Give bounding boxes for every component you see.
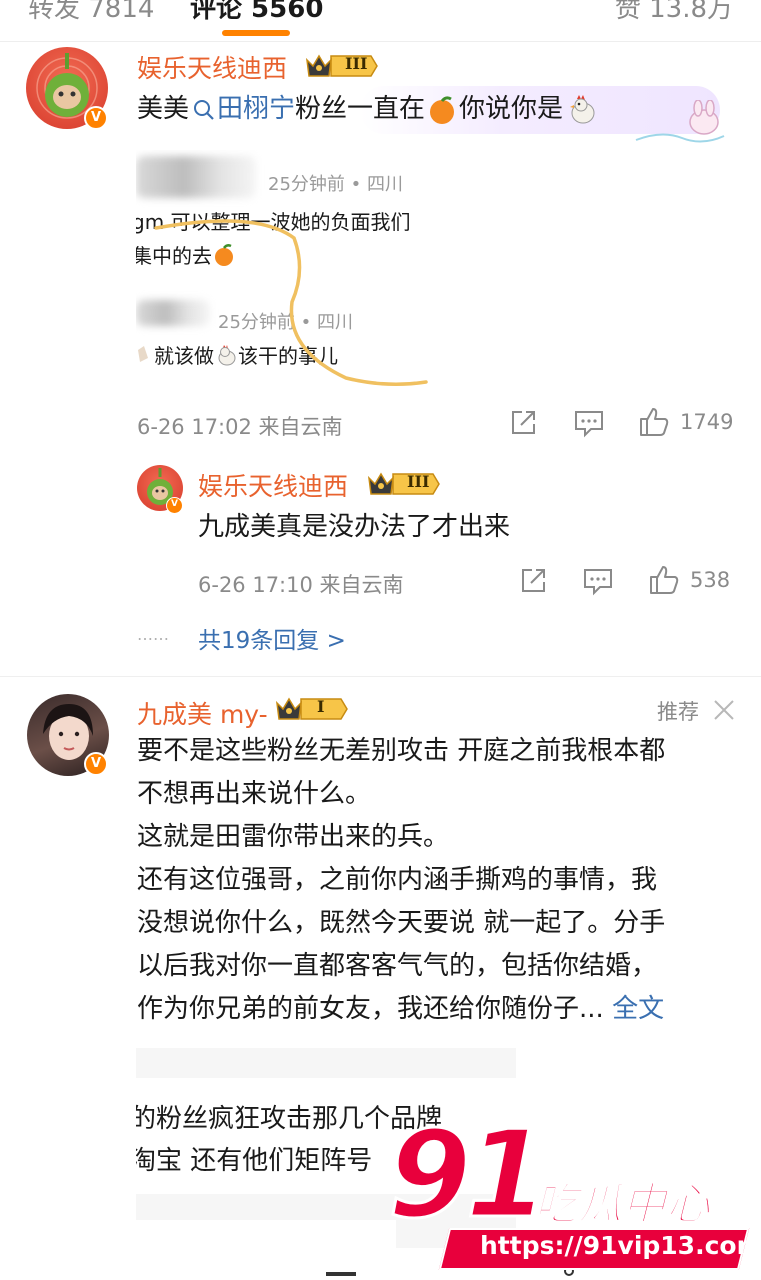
comment-text: 美美 田栩宁 粉丝一直在 你说你是: [137, 88, 599, 131]
like-icon: [640, 408, 669, 436]
comment-image[interactable]: 25分钟前 • 四川 gm 可以整理一波她的负面我们 集中的去 25分钟前 • …: [136, 150, 454, 388]
comment-divider: [0, 676, 761, 677]
watermark-number: 91: [387, 1105, 551, 1247]
watermark-url: https://91vip13.com: [480, 1231, 761, 1260]
image-panel: [136, 1220, 396, 1248]
tab-repost[interactable]: 转发 7814: [28, 0, 154, 25]
comment-username[interactable]: 九成美 my-: [137, 695, 268, 731]
comment-text-line: 没想说你什么，既然今天要说 就一起了。分手: [137, 908, 666, 938]
comment-timestamp: 6-26 17:02 来自云南: [137, 415, 343, 439]
annotation-scribble: [154, 219, 428, 386]
tab-likes[interactable]: 赞 13.8万: [615, 0, 733, 25]
comment-text-line: 要不是这些粉丝无差别攻击 开庭之前我根本都: [137, 736, 666, 766]
reply-button[interactable]: [573, 408, 605, 438]
comment-icon: [575, 411, 603, 438]
orange-emoji-icon: [430, 95, 455, 124]
comment-tabs: 转发 7814 评论 5560 赞 13.8万: [0, 0, 761, 42]
comment-text-last-line: 作为你兄弟的前女友，我还给你随份子... 全文: [137, 988, 664, 1031]
verified-v-icon: V: [84, 752, 108, 776]
comment-text-line: 不想再出来说什么。: [137, 779, 372, 809]
verified-v-icon: V: [166, 497, 183, 514]
like-count: 1749: [680, 410, 734, 434]
like-button[interactable]: 538: [648, 564, 730, 596]
close-icon[interactable]: [712, 698, 736, 722]
like-count: 538: [690, 568, 731, 592]
fan-level-text: I: [317, 697, 325, 716]
more-replies-dots: ……: [137, 625, 169, 644]
comment-text-line: 还有这位强哥，之前你内涵手撕鸡的事情，我: [137, 865, 658, 895]
comment-text-middle: 粉丝一直在: [295, 94, 426, 124]
share-button[interactable]: [518, 566, 548, 596]
comment-icon: [584, 569, 612, 596]
recommend-label: 推荐: [657, 700, 699, 724]
verified-v-icon: V: [84, 106, 108, 130]
reply-timestamp: 6-26 17:10 来自云南: [198, 573, 404, 597]
share-icon: [522, 569, 545, 592]
reply-button[interactable]: [582, 566, 614, 596]
comment-text-suffix: 你说你是: [459, 94, 564, 124]
fan-level-badge: I: [275, 695, 349, 723]
rooster-emoji-icon: [570, 94, 595, 123]
embed-text-line: 淘宝 还有他们矩阵号: [136, 1146, 373, 1176]
search-icon: [194, 99, 214, 120]
bunny-decoration-icon: [635, 100, 725, 143]
bottom-bar-indicator: [326, 1272, 356, 1276]
comment-text-line: 这就是田雷你带出来的兵。: [137, 822, 450, 852]
share-icon: [512, 411, 535, 434]
share-button[interactable]: [508, 408, 538, 438]
reply-username[interactable]: 娱乐天线迪西: [198, 467, 348, 503]
site-watermark: 91 吃瓜中心 https://91vip13.com: [384, 1105, 761, 1280]
active-tab-indicator: [222, 30, 290, 36]
like-button[interactable]: 1749: [638, 406, 733, 438]
reply-text: 九成美真是没办法了才出来: [198, 512, 511, 542]
comment-text-line: 以后我对你一直都客客气气的，包括你结婚，: [137, 951, 658, 981]
fan-level-badge: III: [305, 52, 379, 80]
more-replies-link[interactable]: 共19条回复 >: [198, 621, 346, 655]
like-icon: [650, 566, 679, 594]
watermark-brand: 吃瓜中心: [533, 1178, 711, 1231]
topic-link[interactable]: 田栩宁: [217, 88, 295, 131]
comment-text-prefix: 美美: [137, 94, 190, 124]
fan-level-text: III: [407, 472, 430, 491]
comment-text-line: 作为你兄弟的前女友，我还给你随份子...: [137, 994, 613, 1024]
fan-level-text: III: [345, 54, 368, 73]
full-text-link[interactable]: 全文: [612, 994, 664, 1024]
fan-level-badge: III: [367, 470, 441, 498]
tab-comment[interactable]: 评论 5560: [190, 0, 323, 25]
comment-username[interactable]: 娱乐天线迪西: [137, 49, 287, 85]
